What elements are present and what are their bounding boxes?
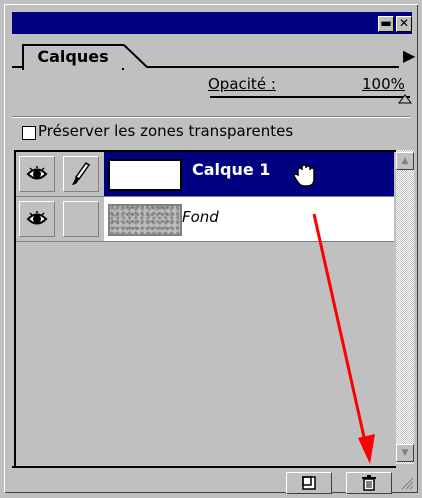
delete-layer-button[interactable] xyxy=(346,472,392,494)
minimize-button[interactable]: ▬ xyxy=(378,16,394,32)
layer-row-fond[interactable]: Fond xyxy=(16,197,394,242)
tab-calques[interactable]: Calques xyxy=(22,44,124,70)
preserve-transparency-checkbox[interactable] xyxy=(22,126,36,140)
layer-row-calque-1[interactable]: Calque 1 xyxy=(16,152,394,197)
edit-toggle[interactable] xyxy=(63,156,99,192)
layer-name[interactable]: Fond xyxy=(182,208,219,226)
new-layer-button[interactable] xyxy=(286,472,332,494)
divider xyxy=(12,116,410,117)
eye-icon xyxy=(26,211,48,225)
close-button[interactable]: ✕ xyxy=(396,16,412,32)
opacity-label: Opacité : xyxy=(208,75,276,93)
opacity-value[interactable]: 100% xyxy=(362,75,405,93)
visibility-toggle[interactable] xyxy=(19,201,55,237)
new-layer-icon xyxy=(302,476,316,490)
resize-grip-icon[interactable] xyxy=(398,474,414,490)
vertical-scrollbar[interactable]: ▲ ▼ xyxy=(396,150,414,464)
scroll-down-arrow-icon[interactable]: ▼ xyxy=(396,444,414,462)
opacity-slider-handle[interactable] xyxy=(398,94,412,104)
palette-title-bar[interactable] xyxy=(12,12,412,34)
visibility-toggle[interactable] xyxy=(19,156,55,192)
hand-cursor-icon xyxy=(293,164,315,187)
eye-icon xyxy=(26,166,48,180)
trash-icon xyxy=(362,475,376,491)
edit-toggle[interactable] xyxy=(63,201,99,237)
palette-menu-arrow-icon[interactable]: ▶ xyxy=(403,46,415,65)
paintbrush-icon xyxy=(72,161,91,185)
layer-name[interactable]: Calque 1 xyxy=(192,160,270,179)
scroll-up-arrow-icon[interactable]: ▲ xyxy=(396,152,414,170)
layer-thumbnail xyxy=(108,204,182,236)
tab-edge xyxy=(118,44,149,68)
opacity-slider-track[interactable] xyxy=(210,96,410,98)
palette-bottom-bar xyxy=(12,466,396,494)
layer-thumbnail xyxy=(108,159,182,191)
preserve-transparency-label[interactable]: Préserver les zones transparentes xyxy=(38,122,293,140)
